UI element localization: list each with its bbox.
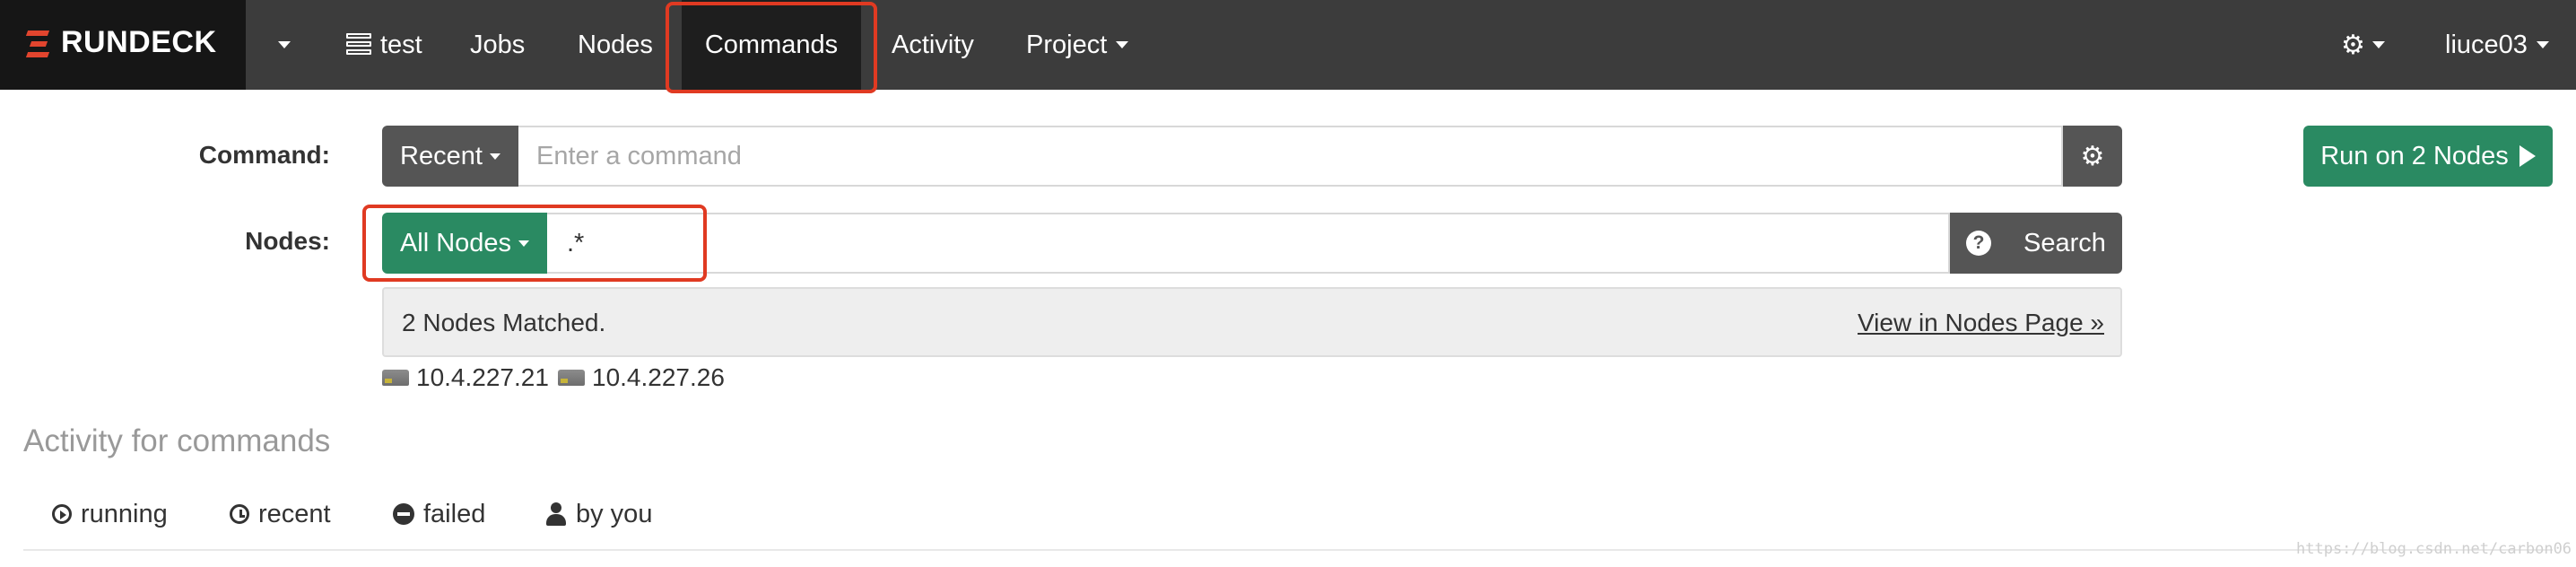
nav-commands-label: Commands [704, 30, 839, 59]
recent-commands-button[interactable]: Recent [382, 126, 518, 187]
brand-logo[interactable]: RUNDECK [0, 0, 246, 90]
gear-icon: ⚙ [2080, 141, 2105, 171]
tab-by-you-label: by you [576, 499, 653, 528]
command-input[interactable] [518, 126, 2063, 187]
gear-icon: ⚙ [2341, 30, 2365, 60]
chevron-down-icon [2371, 41, 2385, 48]
top-navbar: RUNDECK test Jobs Nodes Commands Activit… [0, 0, 2576, 90]
user-icon [545, 502, 567, 526]
tab-failed[interactable]: failed [393, 490, 485, 538]
node-item[interactable]: 10.4.227.21 [382, 362, 549, 393]
server-node-icon [558, 370, 585, 386]
chevron-down-icon [1116, 41, 1129, 48]
chevron-down-icon [518, 240, 530, 247]
server-node-icon [382, 370, 409, 386]
tab-running[interactable]: running [52, 490, 168, 538]
nav-project-menu[interactable]: Project [1026, 0, 1129, 90]
activity-heading: Activity for commands [23, 423, 331, 458]
tab-recent-label: recent [258, 499, 331, 528]
matched-count: 2 Nodes Matched. [402, 309, 606, 336]
tab-failed-label: failed [423, 499, 486, 528]
brand-name: RUNDECK [61, 25, 217, 59]
play-icon [2519, 145, 2536, 167]
node-hostname: 10.4.227.26 [592, 363, 725, 391]
search-label: Search [2023, 229, 2106, 257]
settings-menu[interactable]: ⚙ [2341, 27, 2385, 63]
tab-running-label: running [81, 499, 168, 528]
tab-by-you[interactable]: by you [545, 490, 652, 538]
nav-project-menu-label: Project [1026, 30, 1108, 59]
recent-label: Recent [400, 141, 483, 170]
run-label: Run on 2 Nodes [2320, 141, 2509, 170]
chevron-down-icon [489, 153, 500, 160]
nav-project-label: test [380, 30, 422, 59]
question-circle-icon[interactable]: ? [1966, 231, 1991, 256]
node-item[interactable]: 10.4.227.26 [558, 362, 725, 393]
user-name: liuce03 [2445, 30, 2528, 59]
clock-icon [230, 504, 249, 524]
nav-project-home[interactable]: test [344, 0, 424, 90]
command-label: Command: [198, 141, 330, 169]
nav-nodes-label: Nodes [578, 30, 653, 59]
node-filter-label: All Nodes [399, 228, 512, 257]
watermark-text: https://blog.csdn.net/carbon06 [2296, 540, 2572, 558]
nav-commands[interactable]: Commands [682, 0, 861, 90]
chevron-down-icon [2536, 41, 2549, 48]
view-in-nodes-page-link[interactable]: View in Nodes Page » [1858, 309, 2104, 337]
nodes-label: Nodes: [245, 227, 330, 255]
nav-activity[interactable]: Activity [892, 0, 974, 90]
node-filter-dropdown[interactable]: All Nodes [382, 213, 547, 274]
chevron-down-icon [278, 41, 291, 48]
matched-nodes-panel: 2 Nodes Matched. View in Nodes Page » [382, 287, 2122, 357]
nav-activity-label: Activity [892, 30, 974, 59]
nav-jobs[interactable]: Jobs [470, 0, 525, 90]
run-command-button[interactable]: Run on 2 Nodes [2303, 126, 2553, 187]
server-icon [346, 33, 371, 57]
command-options-button[interactable]: ⚙ [2063, 126, 2122, 187]
node-filter-input[interactable] [547, 213, 1950, 274]
nav-nodes[interactable]: Nodes [578, 0, 653, 90]
activity-tabs: running recent failed by you [0, 490, 2576, 553]
node-search-button[interactable]: ? Search [1950, 213, 2122, 274]
project-switcher-caret[interactable] [269, 27, 300, 63]
node-hostname: 10.4.227.21 [416, 363, 549, 391]
tabs-divider [23, 549, 2553, 551]
play-circle-icon [52, 504, 72, 524]
user-menu[interactable]: liuce03 [2445, 0, 2549, 90]
minus-circle-icon [393, 503, 414, 525]
rundeck-logo-icon [25, 31, 50, 57]
tab-recent[interactable]: recent [230, 490, 331, 538]
nav-jobs-label: Jobs [470, 30, 526, 59]
